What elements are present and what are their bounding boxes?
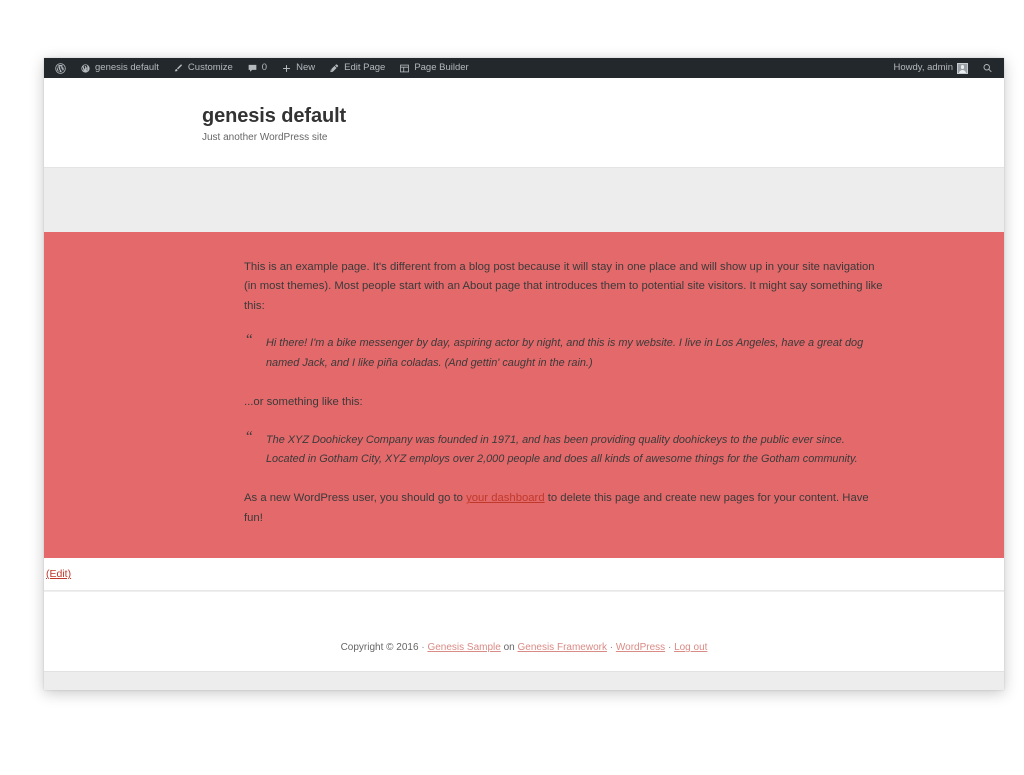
blockquote-1: “ Hi there! I'm a bike messenger by day,… <box>244 332 884 373</box>
admin-bar-comments-count: 0 <box>261 62 268 73</box>
admin-bar-site-name[interactable]: genesis default <box>73 58 166 78</box>
entry-paragraph-1: This is an example page. It's different … <box>244 261 883 312</box>
site-description: Just another WordPress site <box>202 132 328 143</box>
primary-navigation-band[interactable] <box>44 167 1004 232</box>
paintbrush-icon <box>173 63 184 74</box>
window-bottom-strip <box>44 671 1004 690</box>
blockquote-2-text: The XYZ Doohickey Company was founded in… <box>266 433 858 465</box>
admin-bar-edit-page[interactable]: Edit Page <box>322 58 392 78</box>
comment-bubble-icon <box>247 63 258 74</box>
wordpress-logo-icon <box>55 62 66 74</box>
entry-paragraph-3: As a new WordPress user, you should go t… <box>244 489 884 528</box>
footer-on-label: on <box>503 642 515 654</box>
pencil-icon <box>329 63 340 74</box>
site-title[interactable]: genesis default <box>202 104 954 128</box>
genesis-framework-link[interactable]: Genesis Framework <box>518 642 607 653</box>
admin-bar-search[interactable] <box>975 58 1000 78</box>
quote-mark-icon: “ <box>246 332 253 349</box>
grid-layout-icon <box>399 63 410 74</box>
blockquote-2: “ The XYZ Doohickey Company was founded … <box>244 428 884 470</box>
browser-window: genesis default Customize 0 New Edit Pag… <box>44 58 1004 690</box>
admin-bar-howdy-label: Howdy, admin <box>893 62 954 73</box>
admin-bar-new-label: New <box>296 62 316 73</box>
wordpress-link[interactable]: WordPress <box>616 642 665 653</box>
search-icon <box>982 63 993 74</box>
admin-bar-my-account[interactable]: Howdy, admin <box>887 58 976 78</box>
admin-bar-site-name-label: genesis default <box>95 62 159 73</box>
site-home-icon <box>80 63 91 74</box>
admin-bar-page-builder-label: Page Builder <box>414 62 469 73</box>
site-header-inner: genesis default Just another WordPress s… <box>94 104 954 145</box>
footer-separator: · <box>667 642 672 654</box>
footer-copyright: Copyright © 2016 <box>340 642 419 654</box>
site-header: genesis default Just another WordPress s… <box>44 78 1004 167</box>
dashboard-link[interactable]: your dashboard <box>466 492 545 504</box>
quote-mark-icon: “ <box>246 428 253 445</box>
footer-separator: · <box>609 642 614 654</box>
admin-bar-comments[interactable]: 0 <box>240 58 274 78</box>
entry-paragraph-3-before: As a new WordPress user, you should go t… <box>244 492 467 505</box>
admin-bar-new-content[interactable]: New <box>274 58 322 78</box>
blockquote-1-text: Hi there! I'm a bike messenger by day, a… <box>266 337 864 369</box>
main-content-area: This is an example page. It's different … <box>44 232 1004 559</box>
footer-credits: Copyright © 2016 · Genesis Sample on Gen… <box>44 640 1004 656</box>
admin-bar-customize[interactable]: Customize <box>166 58 240 78</box>
plus-icon <box>281 63 292 74</box>
edit-strip-inner: (Edit) <box>44 564 1004 582</box>
footer-separator: · <box>421 642 425 654</box>
admin-bar-page-builder[interactable]: Page Builder <box>392 58 475 78</box>
edit-strip: (Edit) <box>44 558 1004 592</box>
admin-bar-edit-page-label: Edit Page <box>344 62 386 73</box>
entry-content: This is an example page. It's different … <box>94 258 954 528</box>
admin-bar-wp-logo[interactable] <box>48 58 73 78</box>
entry-paragraph-2: ...or something like this: <box>244 396 363 409</box>
avatar <box>957 62 968 74</box>
log-out-link[interactable]: Log out <box>674 642 707 653</box>
genesis-sample-link[interactable]: Genesis Sample <box>427 642 500 653</box>
edit-link[interactable]: (Edit) <box>46 568 71 580</box>
wp-admin-bar: genesis default Customize 0 New Edit Pag… <box>44 58 1004 78</box>
admin-bar-customize-label: Customize <box>187 62 233 73</box>
